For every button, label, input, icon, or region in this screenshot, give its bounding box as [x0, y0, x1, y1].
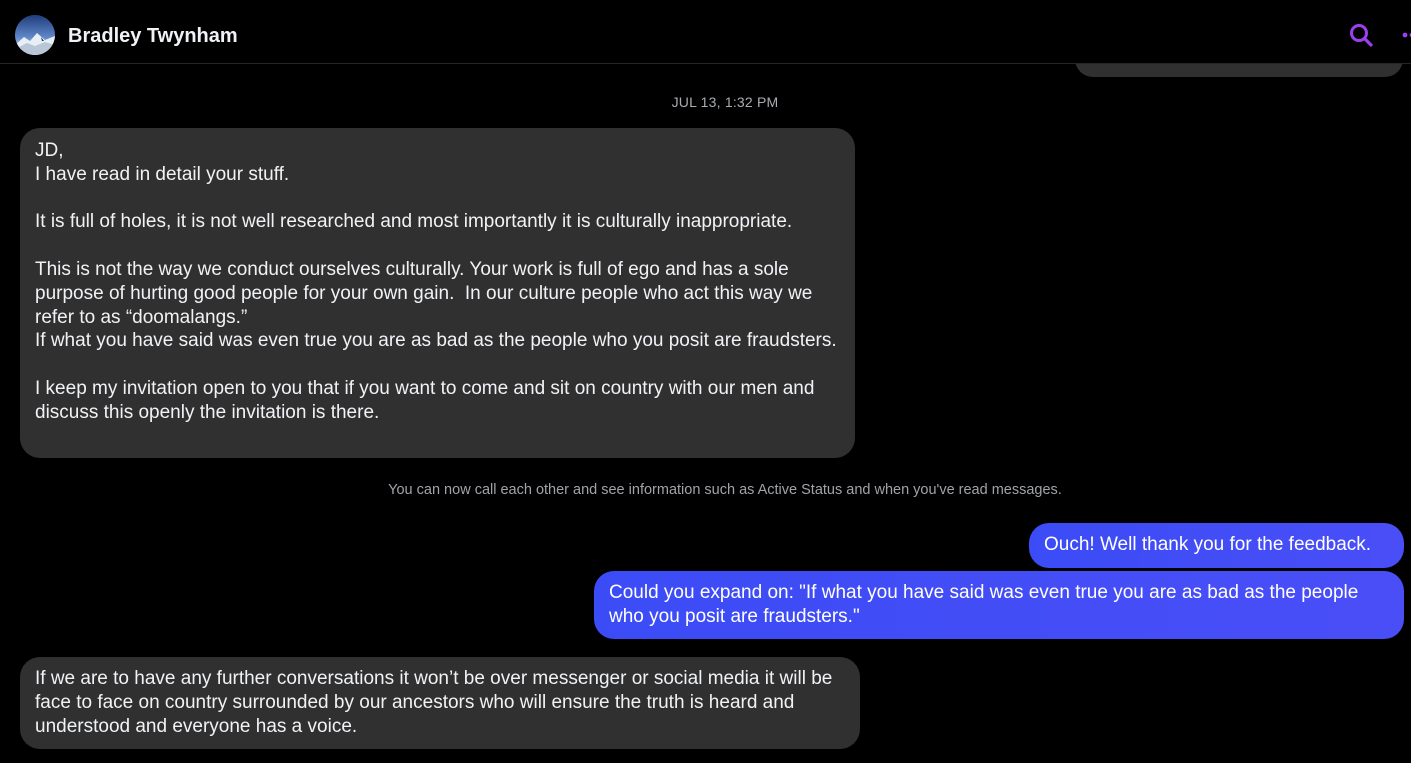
- more-options-icon[interactable]: [1400, 25, 1411, 45]
- system-notice: You can now call each other and see info…: [388, 482, 1062, 498]
- contact-name[interactable]: Bradley Twynham: [68, 24, 238, 48]
- search-icon[interactable]: [1348, 22, 1374, 48]
- message-bubble-incoming[interactable]: If we are to have any further conversati…: [20, 657, 860, 749]
- message-bubble-incoming[interactable]: JD, I have read in detail your stuff. It…: [20, 128, 855, 458]
- message-bubble-outgoing[interactable]: Could you expand on: "If what you have s…: [594, 571, 1404, 639]
- messenger-window: Bradley Twynham JUL 13, 1:32 PM JD, I ha…: [0, 0, 1411, 763]
- message-timestamp: JUL 13, 1:32 PM: [671, 94, 779, 110]
- avatar[interactable]: [15, 15, 55, 55]
- message-bubble-outgoing[interactable]: Ouch! Well thank you for the feedback.: [1029, 523, 1404, 568]
- conversation-header: Bradley Twynham: [0, 0, 1411, 64]
- profile-photo-icon: [15, 15, 55, 55]
